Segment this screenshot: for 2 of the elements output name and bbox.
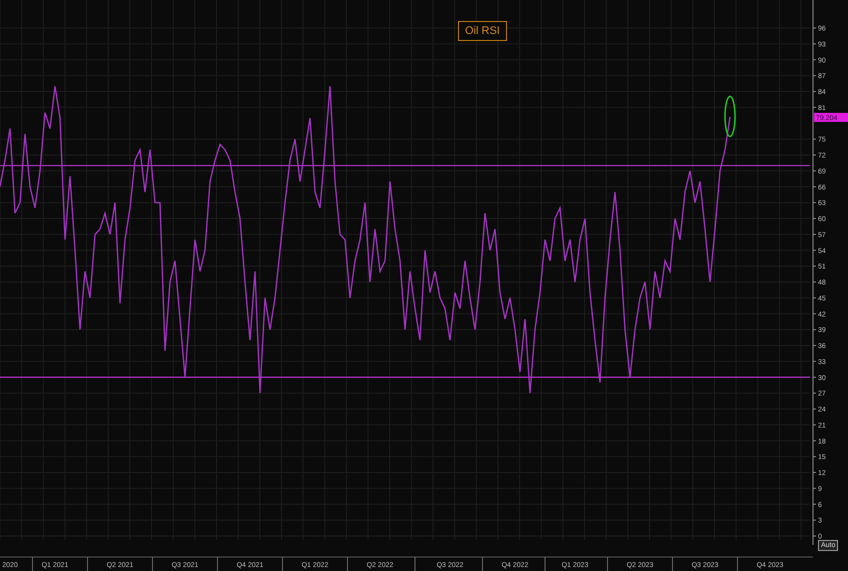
last-value-label xyxy=(814,112,848,122)
chart-title: Oil RSI xyxy=(458,21,507,41)
